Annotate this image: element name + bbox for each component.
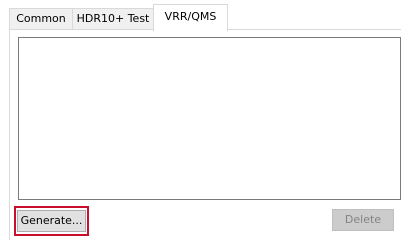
entries-list[interactable] — [18, 37, 401, 200]
tab-common[interactable]: Common — [9, 8, 73, 30]
generate-button[interactable]: Generate... — [17, 210, 86, 232]
tab-vrr-qms[interactable]: VRR/QMS — [153, 4, 228, 31]
tab-hdr10-plus-test[interactable]: HDR10+ Test — [72, 8, 154, 30]
tab-bar: Common HDR10+ Test VRR/QMS — [9, 4, 401, 31]
vrr-qms-dialog: Common HDR10+ Test VRR/QMS Generate... D… — [0, 0, 401, 240]
delete-button[interactable]: Delete — [332, 209, 394, 231]
vrr-qms-tab-page: Generate... Delete — [9, 29, 401, 240]
